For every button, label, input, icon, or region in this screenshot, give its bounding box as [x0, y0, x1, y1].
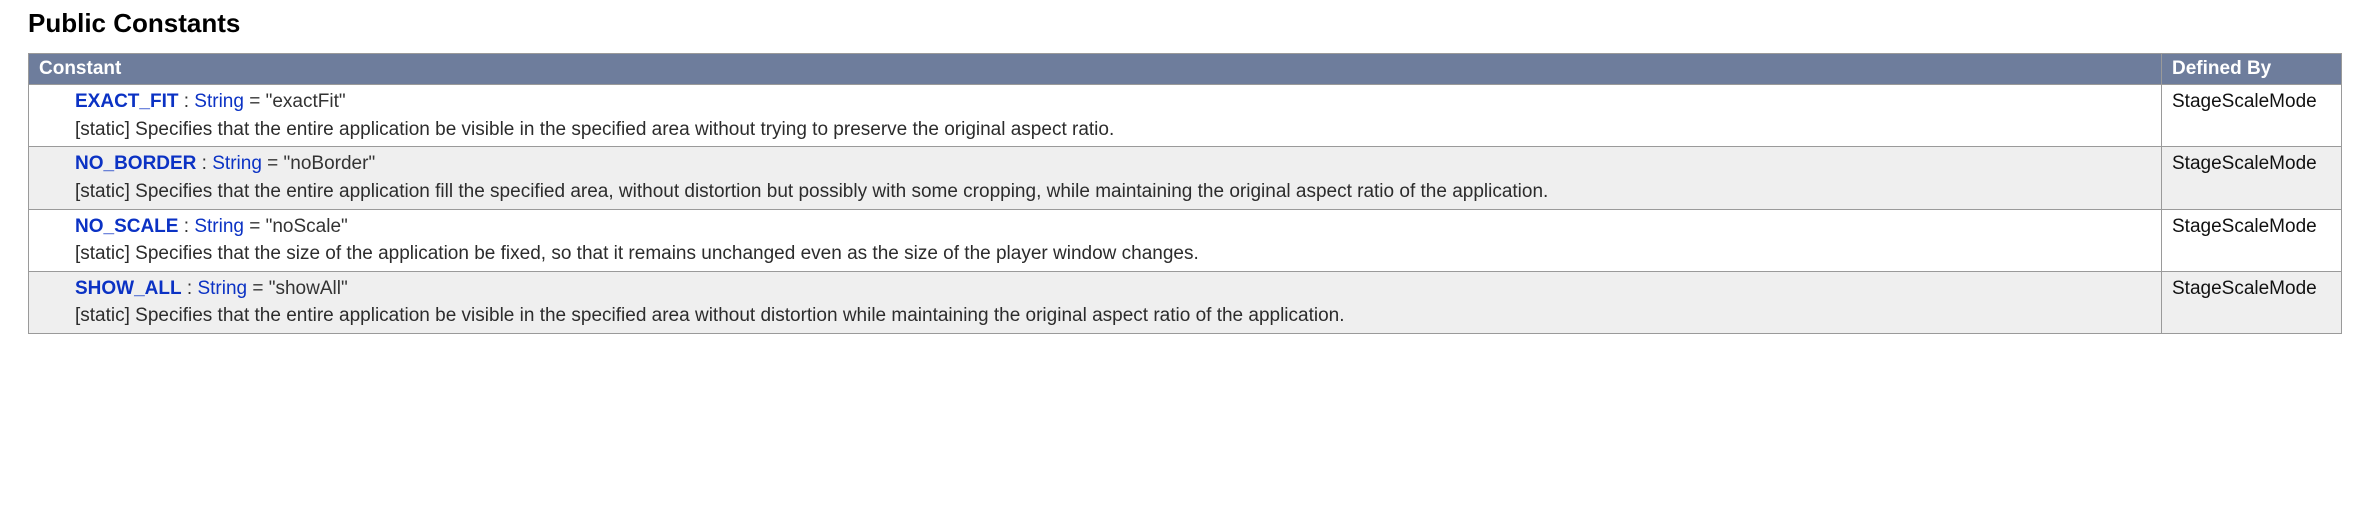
constant-cell: EXACT_FIT : String = "exactFit" [static]…: [29, 85, 2162, 147]
signature-equals: =: [244, 91, 266, 112]
signature-equals: =: [244, 216, 266, 237]
header-constant: Constant: [29, 54, 2162, 85]
table-row: EXACT_FIT : String = "exactFit" [static]…: [29, 85, 2342, 147]
constant-signature: EXACT_FIT : String = "exactFit": [75, 89, 2151, 115]
constants-table: Constant Defined By EXACT_FIT : String =…: [28, 53, 2342, 334]
constant-signature: SHOW_ALL : String = "showAll": [75, 276, 2151, 302]
defined-by-cell: StageScaleMode: [2162, 271, 2342, 333]
type-link[interactable]: String: [212, 153, 262, 174]
signature-separator: :: [178, 91, 194, 112]
defined-by-cell: StageScaleMode: [2162, 209, 2342, 271]
constant-signature: NO_BORDER : String = "noBorder": [75, 151, 2151, 177]
constant-name-link[interactable]: SHOW_ALL: [75, 278, 182, 299]
signature-separator: :: [182, 278, 198, 299]
constant-value: "showAll": [269, 278, 348, 299]
defined-by-cell: StageScaleMode: [2162, 147, 2342, 209]
signature-equals: =: [247, 278, 269, 299]
constant-name-link[interactable]: EXACT_FIT: [75, 91, 178, 112]
table-header-row: Constant Defined By: [29, 54, 2342, 85]
constant-signature: NO_SCALE : String = "noScale": [75, 214, 2151, 240]
signature-equals: =: [262, 153, 284, 174]
constant-description: [static] Specifies that the entire appli…: [75, 117, 2151, 143]
constant-description: [static] Specifies that the size of the …: [75, 241, 2151, 267]
constant-name-link[interactable]: NO_BORDER: [75, 153, 196, 174]
signature-separator: :: [178, 216, 194, 237]
header-defined-by: Defined By: [2162, 54, 2342, 85]
constant-description: [static] Specifies that the entire appli…: [75, 303, 2151, 329]
constant-value: "exactFit": [266, 91, 346, 112]
constant-cell: NO_SCALE : String = "noScale" [static] S…: [29, 209, 2162, 271]
constant-value: "noBorder": [284, 153, 376, 174]
type-link[interactable]: String: [194, 91, 244, 112]
constant-cell: SHOW_ALL : String = "showAll" [static] S…: [29, 271, 2162, 333]
constant-cell: NO_BORDER : String = "noBorder" [static]…: [29, 147, 2162, 209]
section-title: Public Constants: [28, 8, 2342, 39]
table-row: SHOW_ALL : String = "showAll" [static] S…: [29, 271, 2342, 333]
type-link[interactable]: String: [194, 216, 244, 237]
constant-description: [static] Specifies that the entire appli…: [75, 179, 2151, 205]
constant-value: "noScale": [266, 216, 348, 237]
defined-by-cell: StageScaleMode: [2162, 85, 2342, 147]
type-link[interactable]: String: [197, 278, 247, 299]
signature-separator: :: [196, 153, 212, 174]
table-row: NO_SCALE : String = "noScale" [static] S…: [29, 209, 2342, 271]
table-row: NO_BORDER : String = "noBorder" [static]…: [29, 147, 2342, 209]
constant-name-link[interactable]: NO_SCALE: [75, 216, 178, 237]
